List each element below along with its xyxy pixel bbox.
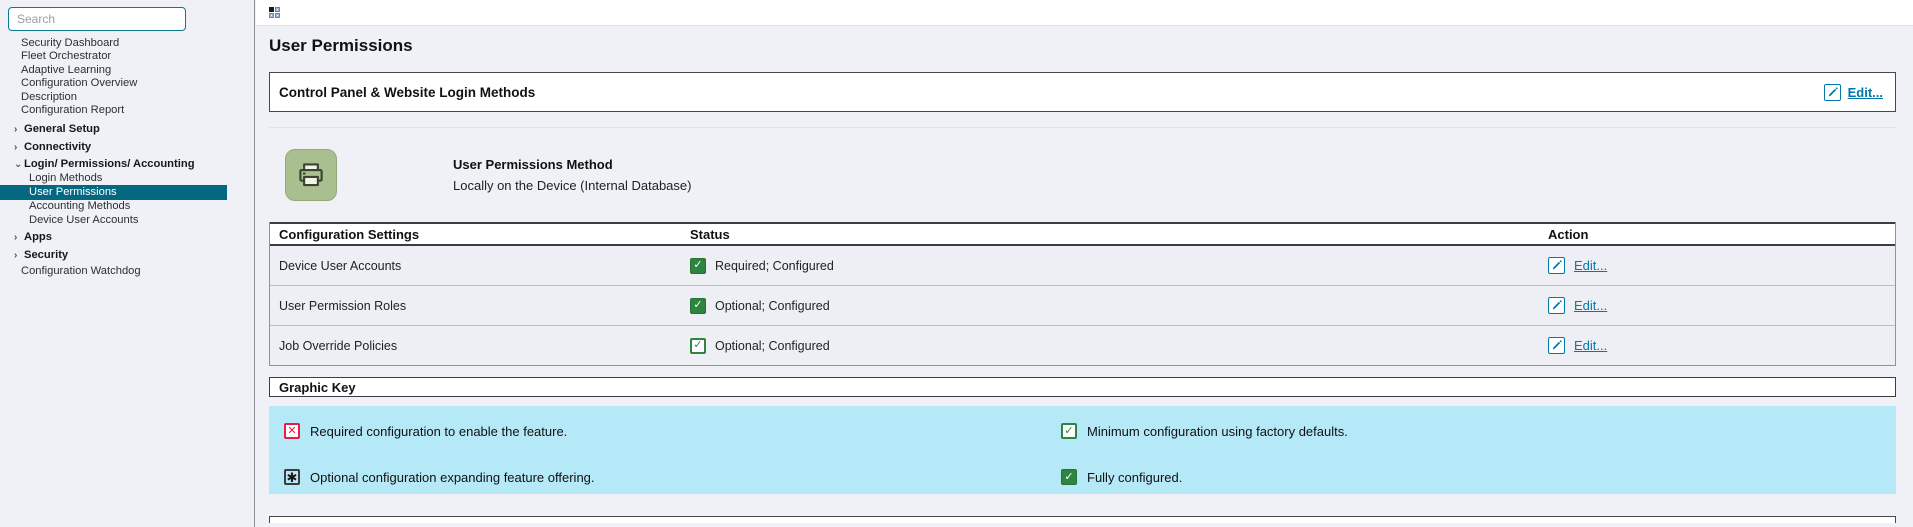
sidebar-item-device-user-accounts[interactable]: Device User Accounts [0,214,254,227]
method-value: Locally on the Device (Internal Database… [453,178,691,193]
legend-item: ✓ Minimum configuration using factory de… [1061,423,1896,439]
sidebar-item-fleet-orchestrator[interactable]: Fleet Orchestrator [0,50,254,63]
next-section-edge [269,516,1896,523]
sidebar-item-description[interactable]: Description [0,91,254,104]
sidebar-item-label: Connectivity [24,141,91,154]
table-row: Device User Accounts ✓ Required; Configu… [270,246,1895,286]
checkbox-outline-icon: ✓ [1061,423,1077,439]
sidebar-item-login-methods[interactable]: Login Methods [0,172,254,185]
chevron-right-icon: › [14,249,21,262]
graphic-key-legend: ✕ Required configuration to enable the f… [269,406,1896,494]
table-row: Job Override Policies ✓ Optional; Config… [270,326,1895,366]
column-header-settings: Configuration Settings [270,227,690,242]
legend-label: Required configuration to enable the fea… [310,424,567,439]
row-edit-link[interactable]: Edit... [1574,298,1607,313]
legend-item: ✕ Required configuration to enable the f… [284,423,1061,439]
column-header-action: Action [1548,227,1895,242]
configuration-table: Configuration Settings Status Action Dev… [269,222,1896,366]
status-text: Optional; Configured [715,299,830,313]
sidebar-item-login-permissions-accounting[interactable]: ⌄ Login/ Permissions/ Accounting [0,158,254,171]
edit-pencil-icon [1548,297,1565,314]
edit-pencil-icon [1824,84,1841,101]
sidebar-item-adaptive-learning[interactable]: Adaptive Learning [0,64,254,77]
status-cell: ✓ Required; Configured [690,258,1548,274]
top-bar [256,0,1913,26]
sidebar-item-configuration-watchdog[interactable]: Configuration Watchdog [0,265,254,278]
status-text: Optional; Configured [715,339,830,353]
grid-icon[interactable] [269,7,280,18]
checkbox-checked-icon: ✓ [1061,469,1077,485]
chevron-right-icon: › [14,141,21,154]
search-input[interactable] [8,7,186,31]
table-header-row: Configuration Settings Status Action [270,222,1895,246]
required-x-icon: ✕ [284,423,300,439]
row-edit-link[interactable]: Edit... [1574,338,1607,353]
sidebar-item-label: Login/ Permissions/ Accounting [24,158,195,171]
sidebar-item-label: General Setup [24,123,100,136]
row-edit-link[interactable]: Edit... [1574,258,1607,273]
table-row: User Permission Roles ✓ Optional; Config… [270,286,1895,326]
sidebar-item-connectivity[interactable]: › Connectivity [0,141,254,154]
setting-name: Device User Accounts [270,259,690,273]
sidebar-item-security[interactable]: › Security [0,249,254,262]
page-body: User Permissions Control Panel & Website… [256,36,1913,523]
sidebar-item-user-permissions[interactable]: User Permissions [0,185,227,200]
action-cell: Edit... [1548,337,1895,354]
edit-pencil-icon [1548,337,1565,354]
legend-item: ✓ Fully configured. [1061,469,1896,485]
setting-name: User Permission Roles [270,299,690,313]
section-header-title: Control Panel & Website Login Methods [279,85,535,100]
sidebar-nav: Security Dashboard Fleet Orchestrator Ad… [0,37,254,279]
printer-icon [285,149,337,201]
legend-label: Fully configured. [1087,470,1182,485]
sidebar-item-security-dashboard[interactable]: Security Dashboard [0,37,254,50]
permissions-method-row: User Permissions Method Locally on the D… [269,127,1896,222]
sidebar-item-accounting-methods[interactable]: Accounting Methods [0,200,254,213]
main-content: User Permissions Control Panel & Website… [256,0,1913,527]
method-title: User Permissions Method [453,157,691,172]
checkbox-checked-icon: ✓ [690,258,706,274]
legend-label: Optional configuration expanding feature… [310,470,595,485]
status-text: Required; Configured [715,259,834,273]
section-header-panel: Control Panel & Website Login Methods Ed… [269,72,1896,112]
sidebar-item-label: Apps [24,231,52,244]
edit-pencil-icon [1548,257,1565,274]
chevron-right-icon: › [14,231,21,244]
sidebar-item-configuration-report[interactable]: Configuration Report [0,104,254,117]
checkbox-outline-icon: ✓ [690,338,706,354]
optional-asterisk-icon: ✱ [284,469,300,485]
section-edit-link[interactable]: Edit... [1848,85,1883,100]
graphic-key-header: Graphic Key [269,377,1896,397]
action-cell: Edit... [1548,257,1895,274]
sidebar-item-apps[interactable]: › Apps [0,231,254,244]
setting-name: Job Override Policies [270,339,690,353]
status-cell: ✓ Optional; Configured [690,338,1548,354]
page-title: User Permissions [269,36,1896,56]
chevron-down-icon: ⌄ [14,158,21,171]
sidebar-item-general-setup[interactable]: › General Setup [0,123,254,136]
section-edit-button[interactable]: Edit... [1824,84,1883,101]
sidebar: Security Dashboard Fleet Orchestrator Ad… [0,0,255,527]
checkbox-checked-icon: ✓ [690,298,706,314]
legend-label: Minimum configuration using factory defa… [1087,424,1348,439]
column-header-status: Status [690,227,1548,242]
permissions-method-text: User Permissions Method Locally on the D… [453,157,691,193]
graphic-key-title: Graphic Key [279,380,356,395]
legend-item: ✱ Optional configuration expanding featu… [284,469,1061,485]
action-cell: Edit... [1548,297,1895,314]
status-cell: ✓ Optional; Configured [690,298,1548,314]
chevron-right-icon: › [14,123,21,136]
sidebar-item-configuration-overview[interactable]: Configuration Overview [0,77,254,90]
sidebar-item-label: Security [24,249,68,262]
